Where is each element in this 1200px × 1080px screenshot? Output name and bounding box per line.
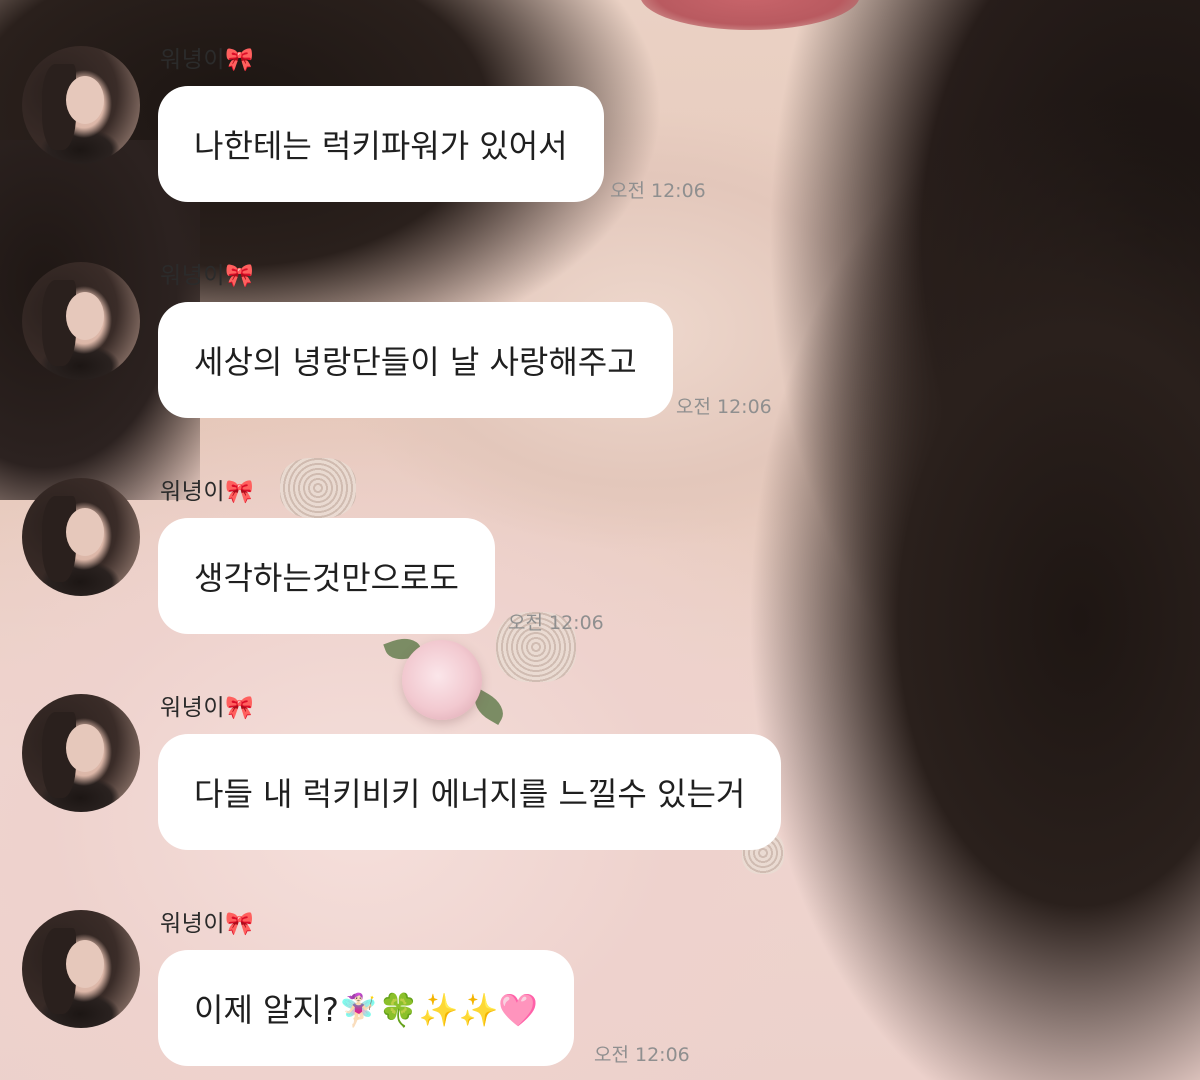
message-row: 워녕이🎀 나한테는 럭키파워가 있어서 오전 12:06	[0, 0, 1200, 210]
message-bubble[interactable]: 생각하는것만으로도	[158, 518, 495, 634]
message-row: 워녕이🎀 다들 내 럭키비키 에너지를 느낄수 있는거	[0, 648, 1200, 858]
sender-avatar[interactable]	[22, 478, 140, 596]
sender-name: 워녕이🎀	[160, 911, 255, 937]
message-bubble[interactable]: 나한테는 럭키파워가 있어서	[158, 86, 604, 202]
message-time: 오전 12:06	[610, 180, 706, 202]
chat-thread: 워녕이🎀 나한테는 럭키파워가 있어서 오전 12:06 워녕이🎀 세상의 녕랑…	[0, 0, 1200, 1080]
message-bubble[interactable]: 세상의 녕랑단들이 날 사랑해주고	[158, 302, 673, 418]
message-row: 워녕이🎀 세상의 녕랑단들이 날 사랑해주고 오전 12:06	[0, 216, 1200, 426]
message-time: 오전 12:06	[594, 1044, 690, 1066]
sender-avatar[interactable]	[22, 46, 140, 164]
sender-name: 워녕이🎀	[160, 47, 255, 73]
message-bubble[interactable]: 다들 내 럭키비키 에너지를 느낄수 있는거	[158, 734, 782, 850]
message-row: 워녕이🎀 이제 알지?🧚🏻‍♀️🍀✨✨🩷 오전 12:06	[0, 864, 1200, 1074]
sender-avatar[interactable]	[22, 694, 140, 812]
sender-avatar[interactable]	[22, 262, 140, 380]
message-bubble[interactable]: 이제 알지?🧚🏻‍♀️🍀✨✨🩷	[158, 950, 575, 1066]
sender-avatar[interactable]	[22, 910, 140, 1028]
message-time: 오전 12:06	[676, 396, 772, 418]
sender-name: 워녕이🎀	[160, 479, 255, 505]
sender-name: 워녕이🎀	[160, 263, 255, 289]
message-row: 워녕이🎀 생각하는것만으로도 오전 12:06	[0, 432, 1200, 642]
message-time: 오전 12:06	[508, 612, 604, 634]
sender-name: 워녕이🎀	[160, 695, 255, 721]
